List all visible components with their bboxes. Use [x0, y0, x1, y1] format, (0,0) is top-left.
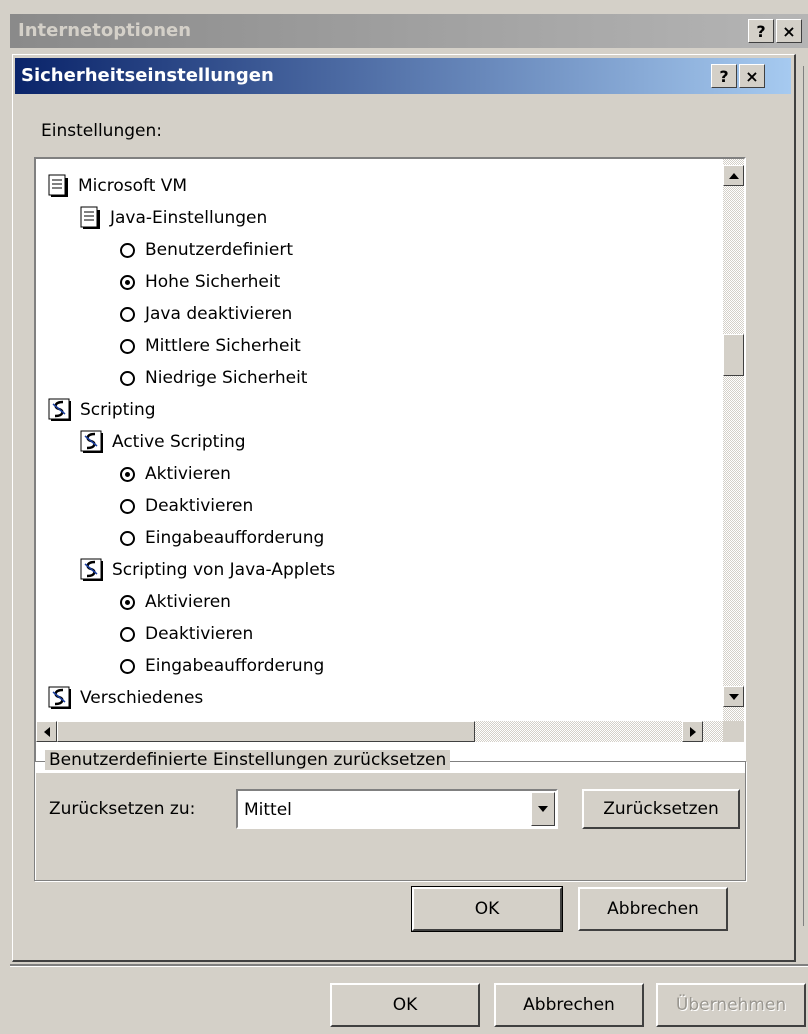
settings-label: Einstellungen:: [41, 121, 162, 141]
tree-option[interactable]: Java deaktivieren: [120, 299, 292, 329]
tree-category[interactable]: Scripting: [48, 395, 156, 425]
radio-unselected-icon: [120, 306, 135, 322]
radio-unselected-icon: [120, 626, 135, 642]
tree-option[interactable]: Eingabeaufforderung: [120, 651, 324, 681]
tree-option[interactable]: Niedrige Sicherheit: [120, 363, 307, 393]
cancel-button-label: Abbrechen: [607, 899, 699, 919]
dropdown-button[interactable]: [531, 792, 555, 826]
reset-button-label: Zurücksetzen: [603, 799, 719, 819]
vertical-scroll-thumb[interactable]: [723, 334, 744, 376]
document-icon: [80, 206, 102, 230]
tree-item-label: Aktivieren: [145, 464, 231, 484]
scroll-right-button[interactable]: [682, 721, 703, 742]
tree-item-label: Microsoft VM: [78, 176, 188, 196]
tree-item-label: Scripting von Java-Applets: [112, 560, 336, 580]
background-help-button[interactable]: ?: [748, 19, 774, 43]
tree-item-label: Eingabeaufforderung: [145, 528, 325, 548]
background-cancel-button[interactable]: Abbrechen: [494, 983, 644, 1027]
tree-item-label: Java deaktivieren: [145, 304, 293, 324]
background-apply-button[interactable]: Übernehmen: [656, 983, 806, 1027]
tree-category[interactable]: Microsoft VM: [48, 171, 187, 201]
scroll-left-button[interactable]: [36, 721, 57, 742]
script-icon: [80, 430, 104, 454]
security-settings-dialog: Sicherheitseinstellungen ? × Einstellung…: [12, 54, 796, 962]
tree-category[interactable]: Active Scripting: [80, 427, 246, 457]
tree-item-label: Mittlere Sicherheit: [145, 336, 301, 356]
background-divider-highlight: [10, 966, 808, 967]
arrow-down-icon: [728, 693, 739, 700]
background-titlebar: Internetoptionen ? ×: [10, 14, 808, 48]
tree-item-label: Java-Einstellungen: [110, 208, 268, 228]
radio-unselected-icon: [120, 338, 135, 354]
settings-tree-list[interactable]: Microsoft VM Java-Einstellungen Benutzerde…: [34, 157, 746, 773]
dialog-titlebar: Sicherheitseinstellungen ? ×: [15, 58, 791, 94]
ok-button-label: OK: [474, 899, 500, 919]
radio-unselected-icon: [120, 242, 135, 258]
cancel-button[interactable]: Abbrechen: [578, 887, 728, 931]
radio-unselected-icon: [120, 530, 135, 546]
tree-option[interactable]: Deaktivieren: [120, 491, 253, 521]
dialog-title: Sicherheitseinstellungen: [21, 65, 274, 86]
chevron-down-icon: [538, 806, 548, 812]
scrollbar-corner: [723, 721, 744, 742]
tree-item-label: Verschiedenes: [80, 688, 204, 708]
tree-item-label: Hohe Sicherheit: [145, 272, 281, 292]
tree-item-label: Niedrige Sicherheit: [145, 368, 308, 388]
radio-unselected-icon: [120, 658, 135, 674]
background-ok-button[interactable]: OK: [330, 983, 480, 1027]
tree-item-label: Deaktivieren: [145, 624, 254, 644]
scroll-up-button[interactable]: [723, 165, 744, 186]
tree-item-label: Eingabeaufforderung: [145, 656, 325, 676]
scroll-down-button[interactable]: [723, 686, 744, 707]
tree-option[interactable]: Aktivieren: [120, 587, 231, 617]
background-close-button[interactable]: ×: [776, 19, 802, 43]
radio-selected-icon: [120, 594, 135, 610]
radio-unselected-icon: [120, 370, 135, 386]
script-icon: [48, 686, 72, 710]
horizontal-scroll-thumb[interactable]: [57, 721, 475, 742]
script-icon: [80, 558, 104, 582]
horizontal-scrollbar[interactable]: [36, 721, 723, 742]
tree-item-label: Deaktivieren: [145, 496, 254, 516]
tree-option[interactable]: Mittlere Sicherheit: [120, 331, 301, 361]
tree-item-label: Scripting: [80, 400, 156, 420]
reset-level-value: Mittel: [244, 800, 292, 820]
tree-category[interactable]: Java-Einstellungen: [80, 203, 267, 233]
tree-option[interactable]: Deaktivieren: [120, 619, 253, 649]
background-cancel-label: Abbrechen: [523, 995, 615, 1015]
tree-category[interactable]: Scripting von Java-Applets: [80, 555, 335, 585]
tree-category[interactable]: Verschiedenes: [48, 683, 203, 713]
close-button[interactable]: ×: [739, 64, 765, 88]
radio-unselected-icon: [120, 498, 135, 514]
reset-to-label: Zurücksetzen zu:: [49, 799, 196, 819]
tree-option[interactable]: Hohe Sicherheit: [120, 267, 280, 297]
vertical-scrollbar[interactable]: [723, 159, 744, 721]
help-button[interactable]: ?: [711, 64, 737, 88]
background-dialog-title: Internetoptionen: [18, 20, 192, 41]
reset-group-label: Benutzerdefinierte Einstellungen zurücks…: [45, 750, 451, 770]
tree-option[interactable]: Benutzerdefiniert: [120, 235, 293, 265]
document-icon: [48, 174, 70, 198]
background-apply-label: Übernehmen: [675, 995, 787, 1015]
arrow-left-icon: [43, 726, 50, 737]
tree-option[interactable]: Aktivieren: [120, 459, 231, 489]
radio-selected-icon: [120, 466, 135, 482]
tree-item-label: Active Scripting: [112, 432, 246, 452]
radio-selected-icon: [120, 274, 135, 290]
script-icon: [48, 398, 72, 422]
background-ok-label: OK: [392, 995, 418, 1015]
arrow-right-icon: [689, 726, 696, 737]
tree-item-label: Aktivieren: [145, 592, 231, 612]
arrow-up-icon: [728, 172, 739, 179]
reset-button[interactable]: Zurücksetzen: [582, 789, 740, 829]
tree-option[interactable]: Eingabeaufforderung: [120, 523, 324, 553]
tree-item-label: Benutzerdefiniert: [145, 240, 293, 260]
ok-button[interactable]: OK: [411, 886, 563, 932]
reset-level-select[interactable]: Mittel: [236, 789, 558, 829]
